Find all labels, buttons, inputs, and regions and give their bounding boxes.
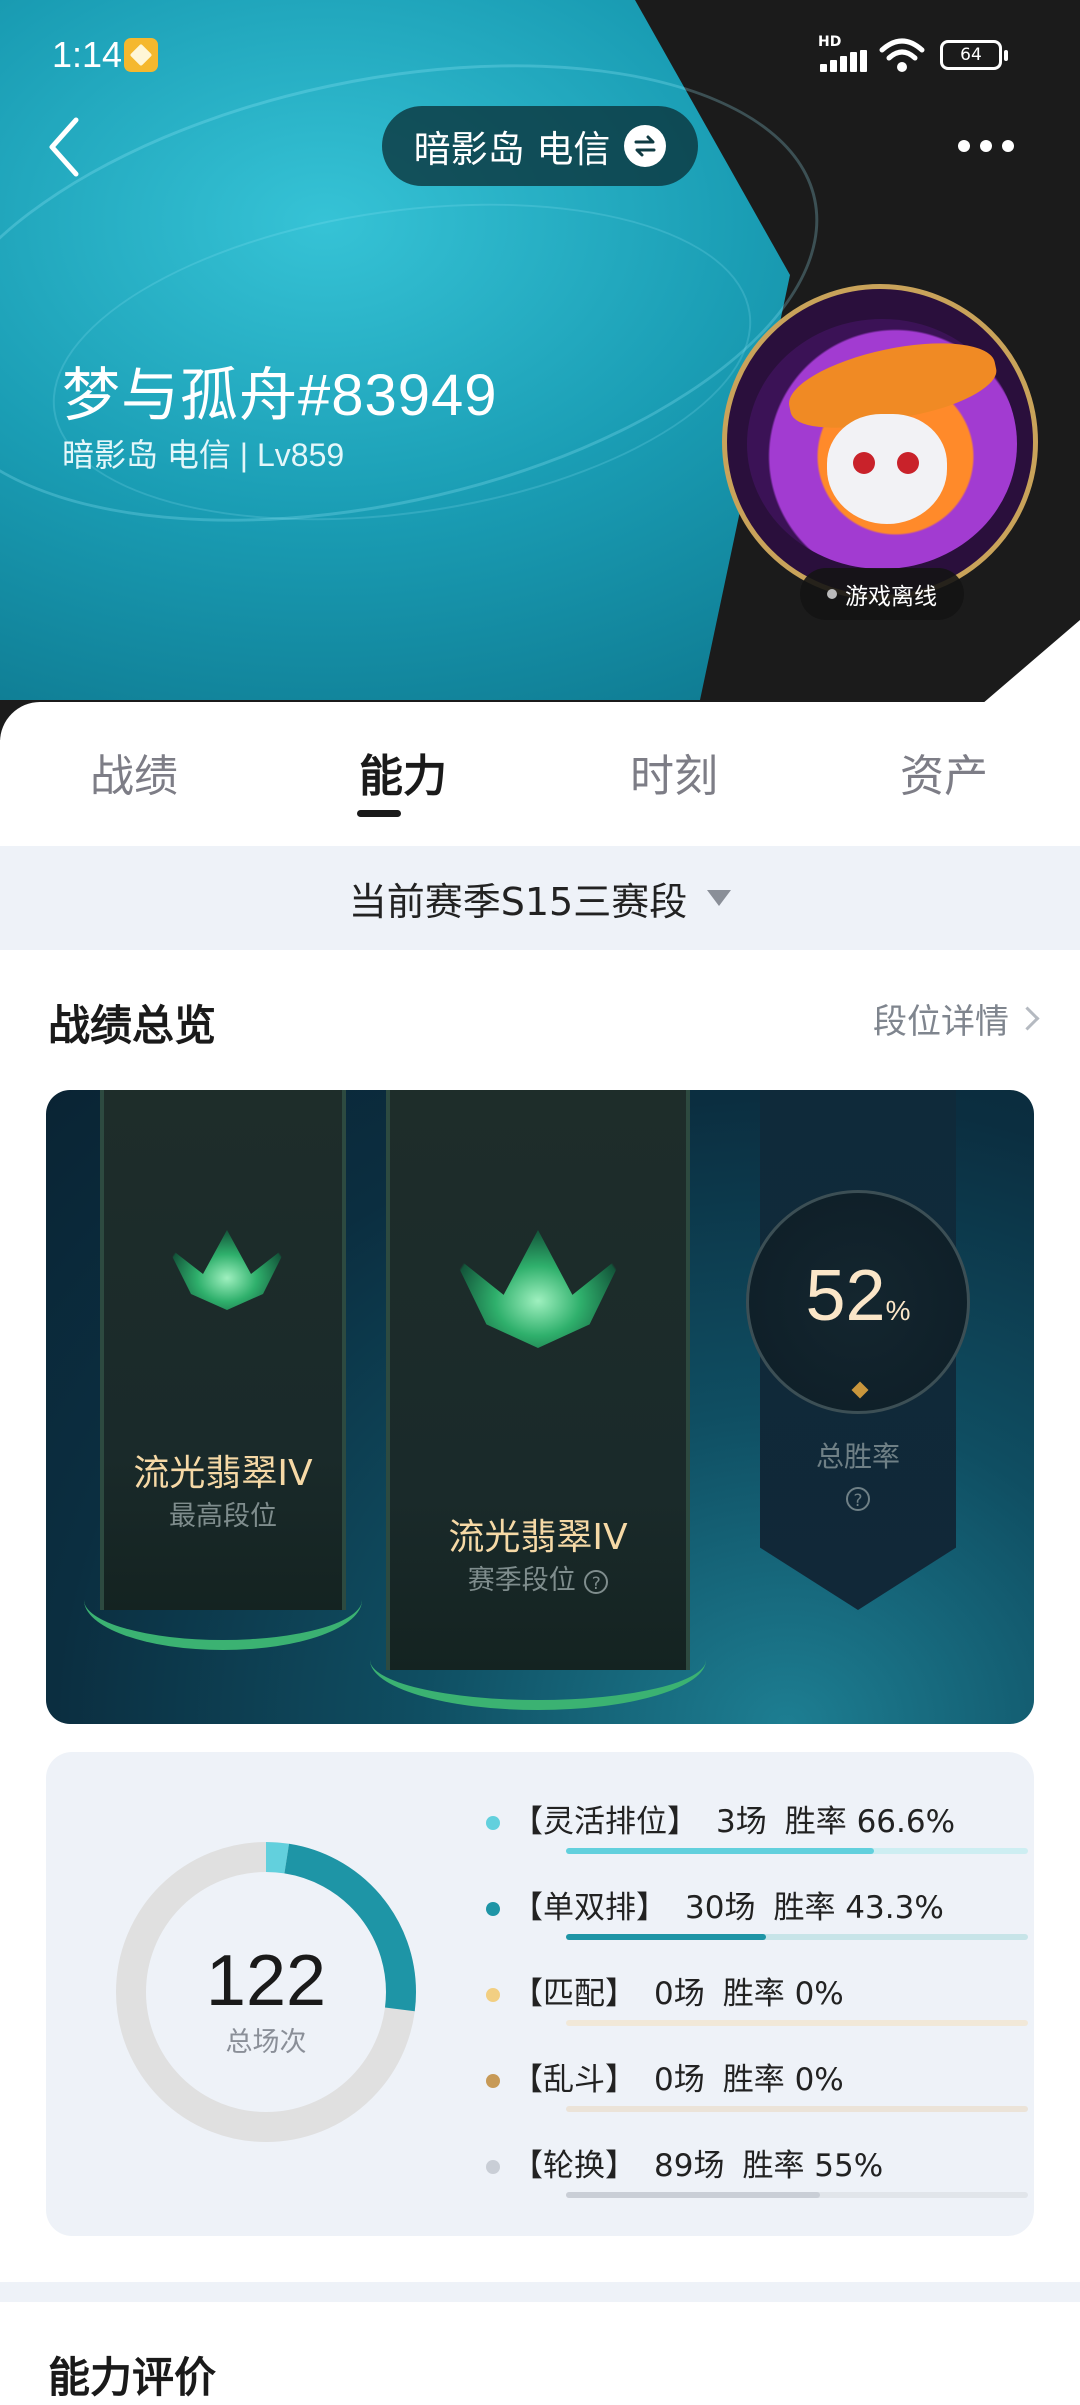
- mode-games: 0场: [654, 2062, 705, 2098]
- mode-rate-bar: [566, 2106, 1028, 2112]
- mode-name: 【单双排】: [512, 1890, 667, 1926]
- season-rank-name: 流光翡翠IV: [448, 1517, 628, 1558]
- server-name: 暗影岛 电信: [413, 128, 611, 171]
- season-selector[interactable]: 当前赛季S15三赛段: [0, 846, 1080, 950]
- highest-rank-banner[interactable]: 流光翡翠IV 最高段位: [84, 1090, 362, 1650]
- player-name: 梦与孤舟#83949: [62, 363, 498, 428]
- status-time: 1:14: [52, 34, 123, 75]
- season-rank-label: 赛季段位: [467, 1565, 576, 1596]
- mode-name: 【乱斗】: [512, 2062, 636, 2098]
- total-matches: 122: [205, 1941, 327, 2021]
- mode-games: 30场: [685, 1890, 756, 1926]
- emerald-emblem-icon: [167, 1230, 287, 1310]
- season-rank-banner[interactable]: 流光翡翠IV 赛季段位 ?: [370, 1090, 706, 1710]
- notification-icon: [124, 38, 158, 72]
- mode-games: 0场: [654, 1976, 705, 2012]
- season-rank-label-row: 赛季段位 ?: [390, 1558, 686, 1597]
- mode-dot-icon: [486, 1816, 500, 1830]
- mode-text: 【轮换】 89场 胜率 55%: [512, 2140, 901, 2185]
- winrate-value: 52%: [805, 1256, 911, 1336]
- mode-rate-fill: [566, 1934, 767, 1940]
- mode-games: 3场: [716, 1804, 767, 1840]
- mode-rate: 胜率 55%: [742, 2148, 884, 2184]
- player-server-level: 暗影岛 电信 | Lv859: [62, 437, 345, 473]
- chevron-right-icon: [1015, 1006, 1040, 1031]
- status-bar: 1:14 HD 64: [0, 0, 1080, 110]
- network-type: HD: [818, 34, 842, 50]
- mode-rate: 胜率 0%: [722, 2062, 844, 2098]
- mode-rate-bar: [566, 2020, 1028, 2026]
- tab-record[interactable]: 战绩: [54, 740, 214, 804]
- server-switch-button[interactable]: 暗影岛 电信: [382, 106, 698, 186]
- battery-level: 64: [960, 45, 982, 65]
- winrate-label-row: 总胜率 ?: [760, 1435, 956, 1511]
- avatar[interactable]: [722, 284, 1038, 600]
- mode-name: 【灵活排位】: [512, 1804, 698, 1840]
- help-icon[interactable]: ?: [846, 1487, 870, 1511]
- mode-rate-bar: [566, 1934, 1028, 1940]
- mode-rate: 胜率 43.3%: [773, 1890, 944, 1926]
- tab-underline: [357, 810, 401, 817]
- mode-dot-icon: [486, 2160, 500, 2174]
- status-badge: 游戏离线: [800, 568, 964, 620]
- rank-detail-label: 段位详情: [873, 1002, 1009, 1042]
- mode-row: 【单双排】 30场 胜率 43.3%: [486, 1882, 1028, 1962]
- mode-row: 【匹配】 0场 胜率 0%: [486, 1968, 1028, 2048]
- mode-rate-bar: [566, 2192, 1028, 2198]
- swap-icon: [624, 125, 667, 167]
- emerald-emblem-icon: [452, 1230, 624, 1348]
- tab-moments[interactable]: 时刻: [594, 740, 754, 804]
- mode-games: 89场: [654, 2148, 725, 2184]
- help-icon[interactable]: ?: [584, 1569, 609, 1594]
- winrate-label: 总胜率: [815, 1440, 900, 1473]
- winrate-circle: 52%: [746, 1190, 970, 1414]
- rank-card: 流光翡翠IV 最高段位 流光翡翠IV 赛季段位 ? 52% 总胜率 ?: [46, 1090, 1034, 1724]
- mode-rate-fill: [566, 2192, 821, 2198]
- more-icon[interactable]: [958, 128, 1024, 164]
- mode-rate: 胜率 0%: [722, 1976, 844, 2012]
- overview-title: 战绩总览: [48, 1001, 217, 1050]
- mode-dot-icon: [486, 2074, 500, 2088]
- season-label: 当前赛季S15三赛段: [348, 879, 688, 924]
- wifi-icon: [879, 38, 925, 72]
- section-divider: [0, 2282, 1080, 2302]
- highest-rank-label: 最高段位: [169, 1501, 277, 1532]
- mode-dot-icon: [486, 1988, 500, 2002]
- mode-name: 【匹配】: [512, 1976, 636, 2012]
- mode-rate-bar: [566, 1848, 1028, 1854]
- mode-dot-icon: [486, 1902, 500, 1916]
- tab-bar: 战绩 能力 时刻 资产: [0, 702, 1080, 846]
- highest-rank-name: 流光翡翠IV: [133, 1453, 313, 1494]
- tab-assets[interactable]: 资产: [864, 740, 1024, 804]
- mode-text: 【乱斗】 0场 胜率 0%: [512, 2054, 862, 2099]
- rank-detail-link[interactable]: 段位详情: [873, 994, 1040, 1043]
- back-arrow-icon[interactable]: [40, 112, 100, 182]
- ability-title: 能力评价: [48, 2353, 217, 2402]
- signal-icon: [820, 50, 870, 72]
- mode-row: 【灵活排位】 3场 胜率 66.6%: [486, 1796, 1028, 1876]
- status-dot-icon: [827, 589, 837, 599]
- total-matches-label: 总场次: [225, 2027, 307, 2058]
- mode-row: 【乱斗】 0场 胜率 0%: [486, 2054, 1028, 2134]
- match-stats-card: 122 总场次 【灵活排位】 3场 胜率 66.6% 【单双排】 30场 胜率 43.3%…: [46, 1752, 1034, 2236]
- chevron-down-icon: [707, 890, 732, 906]
- battery-icon: 64: [940, 40, 1008, 70]
- mode-text: 【单双排】 30场 胜率 43.3%: [512, 1882, 962, 1927]
- tab-ability[interactable]: 能力: [323, 740, 483, 804]
- mode-name: 【轮换】: [512, 2148, 636, 2184]
- mode-text: 【匹配】 0场 胜率 0%: [512, 1968, 862, 2013]
- mode-rate-fill: [566, 1848, 874, 1854]
- mode-text: 【灵活排位】 3场 胜率 66.6%: [512, 1796, 973, 1841]
- mode-row: 【轮换】 89场 胜率 55%: [486, 2140, 1028, 2220]
- mode-rate: 胜率 66.6%: [784, 1804, 956, 1840]
- status-text: 游戏离线: [845, 584, 937, 610]
